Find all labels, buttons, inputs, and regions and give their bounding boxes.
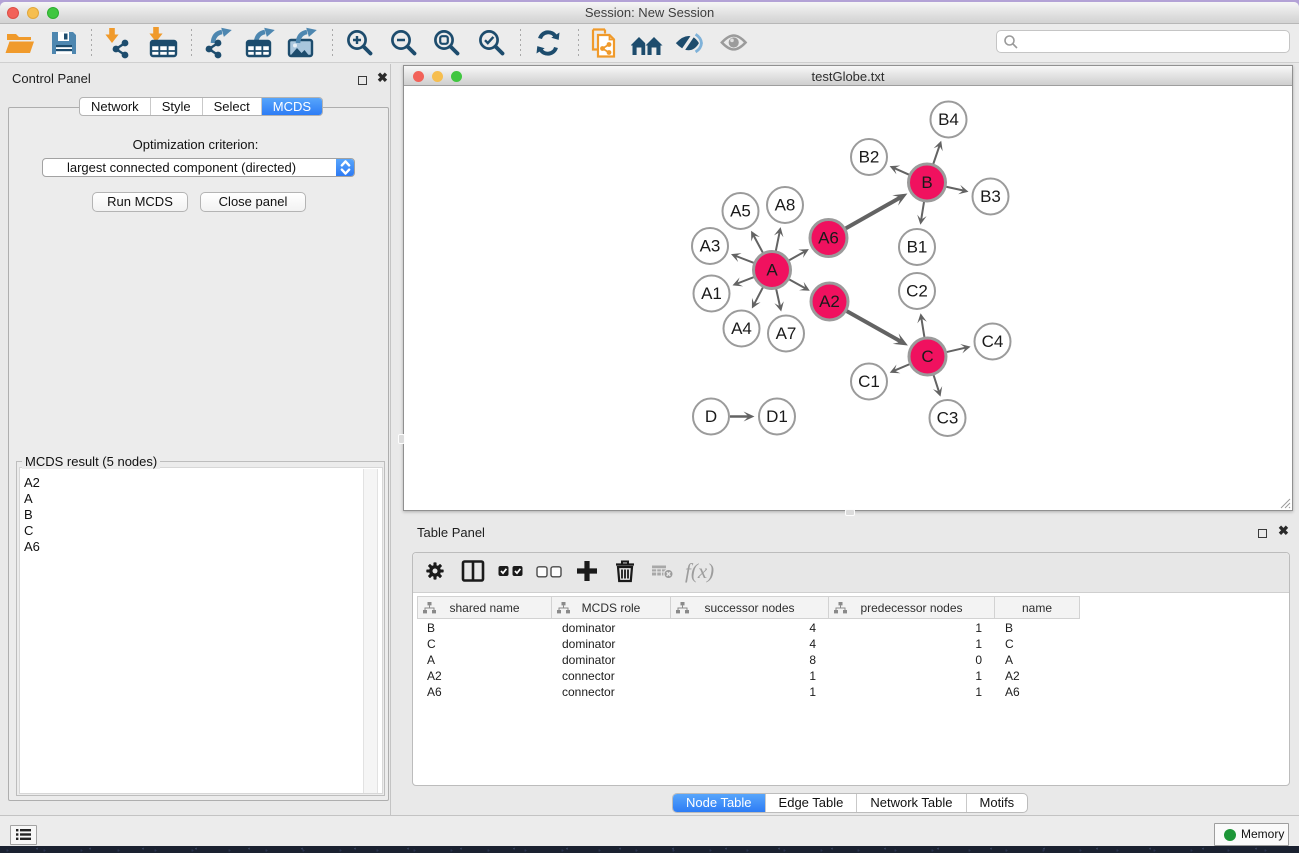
svg-text:A8: A8 (775, 196, 796, 215)
svg-text:B4: B4 (938, 110, 959, 129)
svg-text:C1: C1 (858, 372, 880, 391)
svg-text:C2: C2 (906, 282, 928, 301)
svg-text:B1: B1 (907, 238, 928, 257)
svg-text:C3: C3 (937, 409, 959, 428)
svg-text:B2: B2 (859, 148, 880, 167)
svg-text:A4: A4 (731, 319, 752, 338)
svg-text:A2: A2 (819, 292, 840, 311)
svg-text:C: C (921, 347, 933, 366)
svg-text:A5: A5 (730, 202, 751, 221)
svg-text:B: B (921, 173, 932, 192)
svg-text:D: D (705, 407, 717, 426)
svg-text:B3: B3 (980, 187, 1001, 206)
svg-text:D1: D1 (766, 407, 788, 426)
svg-text:C4: C4 (982, 332, 1004, 351)
svg-text:A3: A3 (700, 237, 721, 256)
svg-text:A7: A7 (776, 324, 797, 343)
svg-text:A: A (766, 261, 778, 280)
svg-text:A6: A6 (818, 229, 839, 248)
svg-text:A1: A1 (701, 284, 722, 303)
